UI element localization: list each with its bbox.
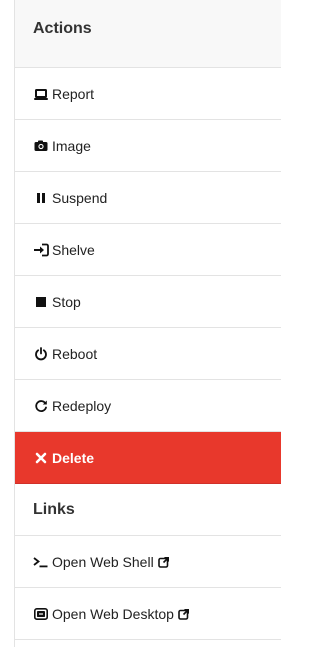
actions-title: Actions: [33, 20, 92, 37]
open-web-shell-link[interactable]: Open Web Shell: [15, 536, 281, 588]
suspend-label: Suspend: [52, 189, 108, 206]
refresh-icon: [33, 398, 49, 414]
sign-in-icon: [33, 242, 49, 258]
open-web-shell-label: Open Web Shell: [52, 553, 154, 570]
stop-icon: [33, 294, 49, 310]
sidebar-panel: Actions Report Image Suspend Shelve Stop: [14, 0, 281, 647]
shelve-button[interactable]: Shelve: [15, 224, 281, 276]
open-web-desktop-link[interactable]: Open Web Desktop: [15, 588, 281, 640]
external-link-icon: [157, 556, 170, 568]
desktop-icon: [33, 606, 49, 622]
stop-label: Stop: [52, 293, 81, 310]
terminal-icon: [33, 554, 49, 570]
redeploy-button[interactable]: Redeploy: [15, 380, 281, 432]
stop-button[interactable]: Stop: [15, 276, 281, 328]
links-title: Links: [33, 500, 75, 518]
pause-icon: [33, 190, 49, 206]
report-icon: [33, 86, 49, 102]
report-button[interactable]: Report: [15, 68, 281, 120]
image-button[interactable]: Image: [15, 120, 281, 172]
x-icon: [33, 450, 49, 466]
actions-header: Actions: [15, 0, 281, 68]
suspend-button[interactable]: Suspend: [15, 172, 281, 224]
reboot-label: Reboot: [52, 345, 98, 362]
camera-icon: [33, 138, 49, 154]
external-link-icon: [178, 608, 190, 620]
power-icon: [33, 346, 49, 362]
redeploy-label: Redeploy: [52, 397, 112, 414]
delete-label: Delete: [52, 449, 95, 466]
delete-button[interactable]: Delete: [15, 432, 281, 484]
reboot-button[interactable]: Reboot: [15, 328, 281, 380]
open-web-desktop-label: Open Web Desktop: [52, 605, 174, 622]
report-label: Report: [52, 85, 95, 102]
shelve-label: Shelve: [52, 241, 95, 258]
links-header: Links: [15, 484, 281, 536]
image-label: Image: [52, 137, 91, 154]
